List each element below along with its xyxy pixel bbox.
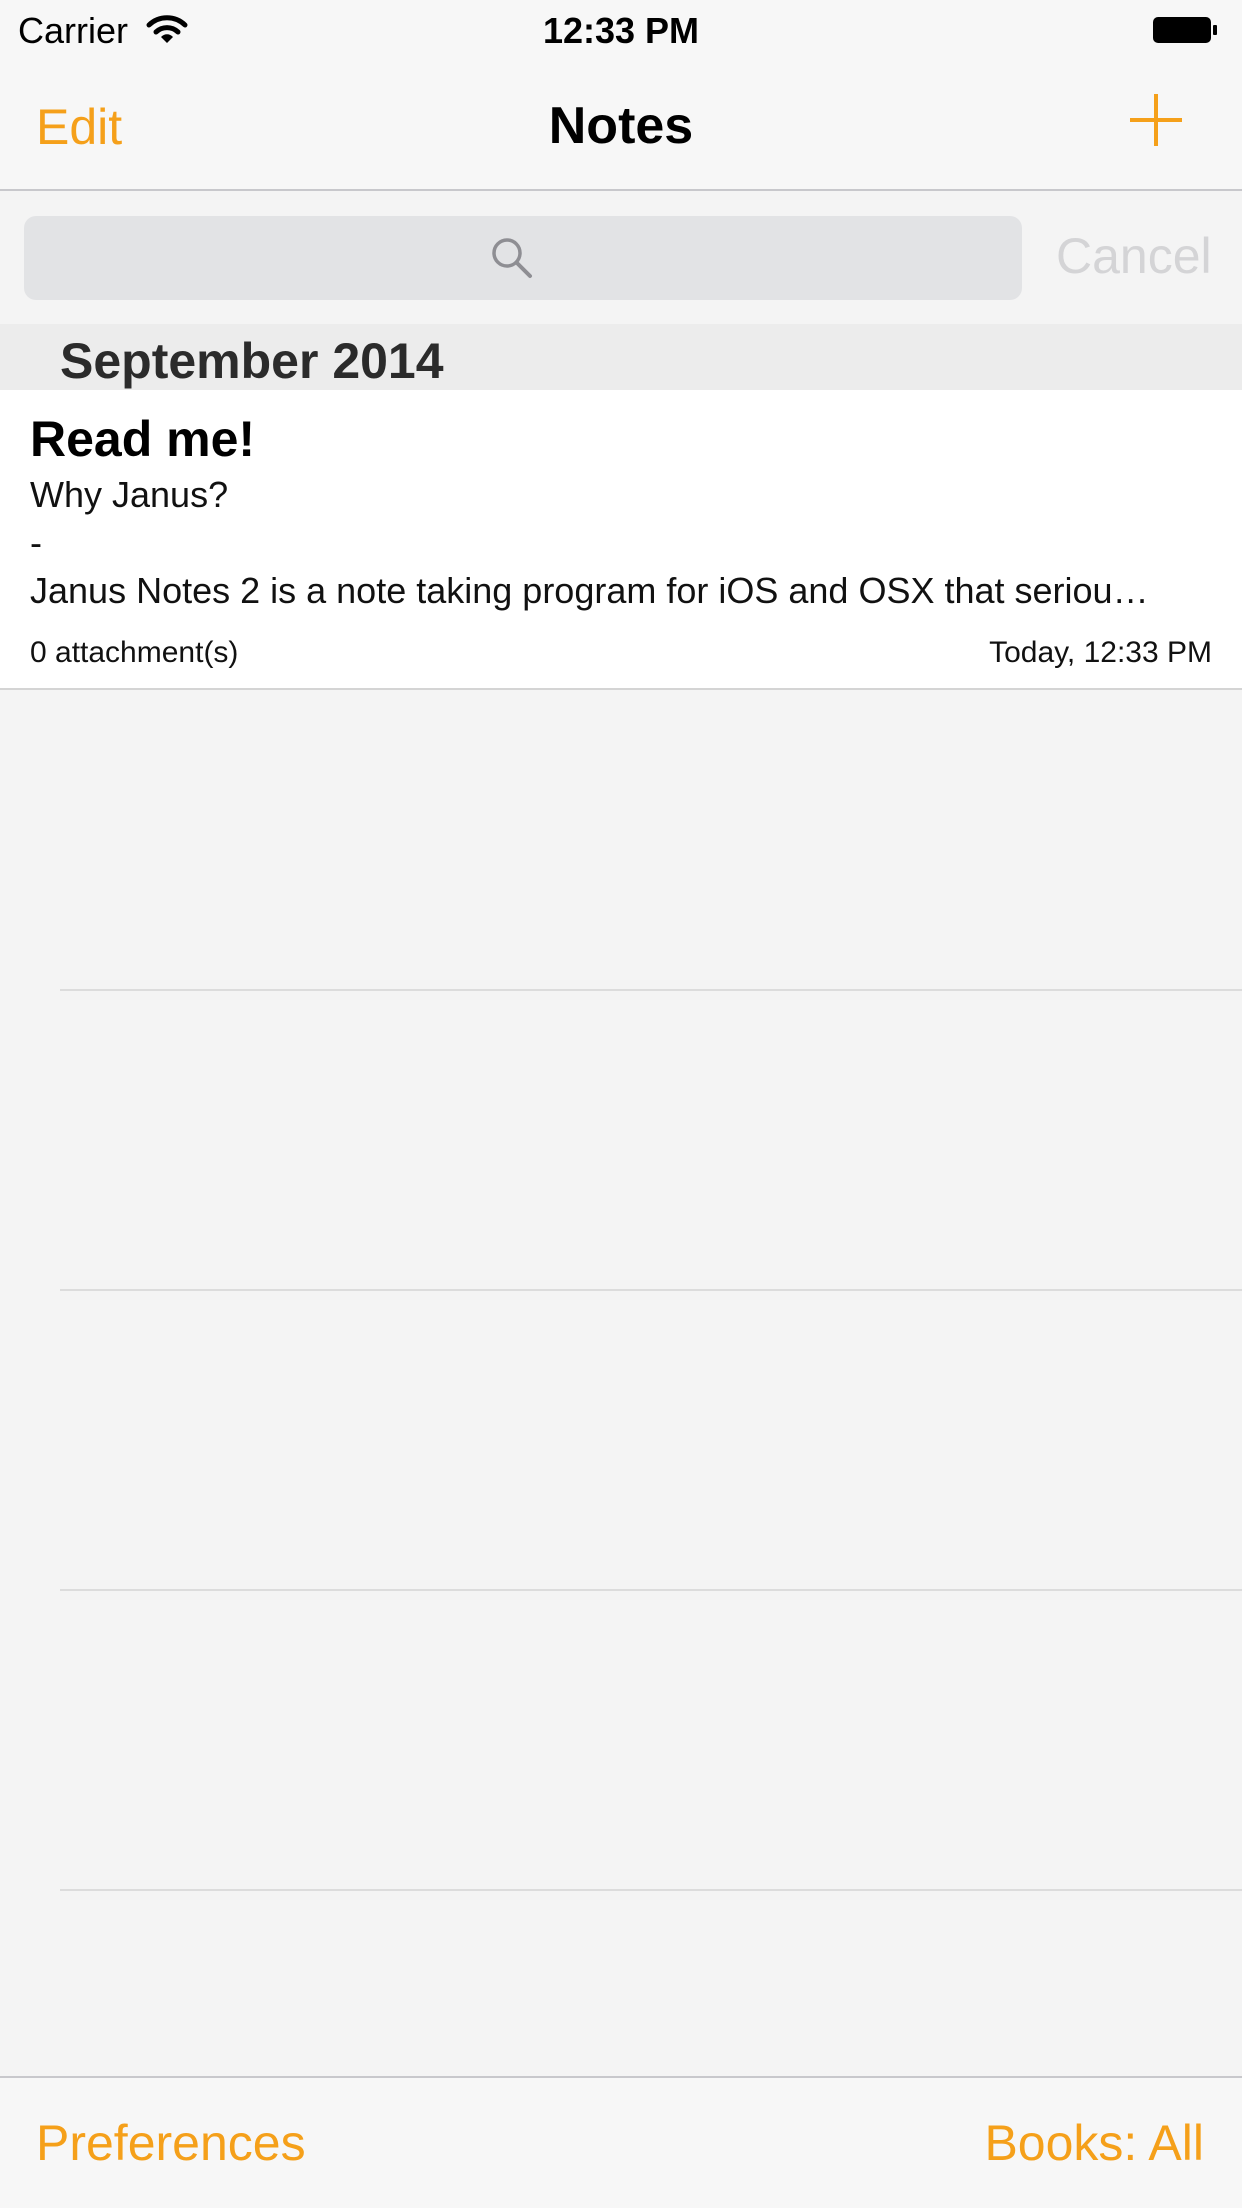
list-item[interactable]: Read me! Why Janus? - Janus Notes 2 is a…	[0, 390, 1242, 690]
note-preview-line: Janus Notes 2 is a note taking program f…	[30, 570, 1149, 611]
navigation-bar: Edit Notes	[0, 62, 1242, 191]
empty-row-separator	[60, 1889, 1242, 1891]
search-input[interactable]	[24, 216, 1022, 300]
section-title: September 2014	[60, 333, 444, 389]
empty-row-separator	[60, 989, 1242, 991]
empty-row-separator	[60, 1589, 1242, 1591]
status-time: 12:33 PM	[542, 10, 700, 51]
page-title: Notes	[548, 97, 694, 155]
battery-icon	[1153, 17, 1217, 43]
status-bar: Carrier 12:33 PM	[0, 0, 1242, 62]
note-title: Read me!	[30, 411, 256, 467]
bottom-toolbar: Preferences Books: All	[0, 2076, 1242, 2208]
plus-icon[interactable]	[1128, 92, 1184, 148]
empty-row-separator	[60, 1289, 1242, 1291]
search-bar: Cancel	[0, 191, 1242, 324]
books-filter-button[interactable]: Books: All	[984, 2114, 1204, 2172]
search-icon	[492, 238, 532, 278]
preferences-button[interactable]: Preferences	[36, 2114, 306, 2172]
cancel-button[interactable]: Cancel	[1056, 227, 1212, 285]
note-attachment-count: 0 attachment(s)	[30, 636, 239, 669]
note-preview-line: Why Janus?	[30, 474, 229, 515]
note-date: Today, 12:33 PM	[989, 636, 1212, 669]
section-header: September 2014	[0, 324, 1242, 390]
note-preview-line: -	[30, 522, 42, 563]
